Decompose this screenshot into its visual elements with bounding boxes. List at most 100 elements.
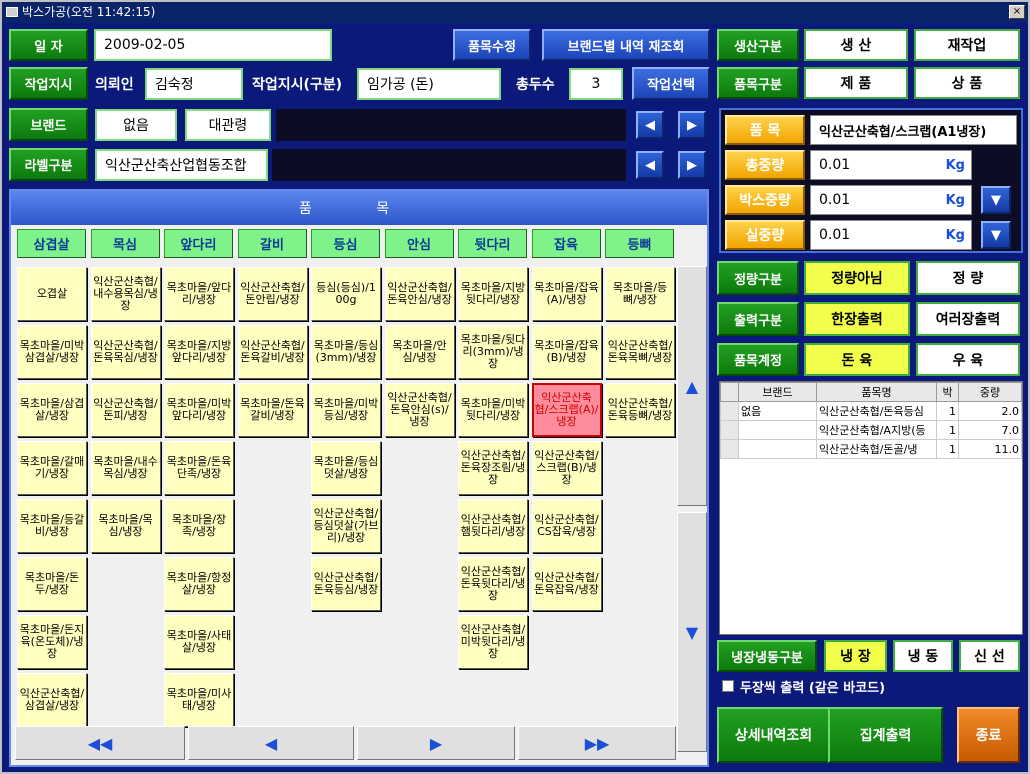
column-header-box[interactable]: 박 (936, 382, 959, 402)
date-field[interactable]: 2009-02-05 (94, 29, 332, 61)
item-cell[interactable]: 목초마을/지방앞다리/냉장 (164, 325, 234, 379)
item-cell[interactable]: 목초마을/삼겹살/냉장 (17, 383, 87, 437)
table-row[interactable]: 없음 익산군산축협/돈육등심 1 2.0 (720, 401, 1022, 421)
label-prev-button[interactable]: ◀ (636, 151, 664, 179)
column-header-item-name[interactable]: 품목명 (816, 382, 937, 402)
brand-prev-button[interactable]: ◀ (636, 111, 664, 139)
item-cell[interactable]: 목초마을/돈두/냉장 (17, 557, 87, 611)
detail-view-button[interactable]: 상세내역조회 (717, 707, 830, 763)
item-field[interactable]: 익산군산축협/스크랩(A1냉장) (810, 115, 1017, 145)
total-weight-field[interactable]: 0.01 Kg (810, 150, 972, 180)
item-cell[interactable]: 익산군산축협/스크랩(B)/냉장 (531, 441, 602, 495)
two-copies-checkbox[interactable] (722, 680, 734, 692)
brand-next-button[interactable]: ▶ (678, 111, 706, 139)
item-cell[interactable]: 익산군산축협/돈육갈비/냉장 (237, 325, 308, 379)
item-cell[interactable]: 목초마을/안심/냉장 (384, 325, 455, 379)
production-option-rework[interactable]: 재작업 (914, 29, 1020, 61)
item-cell[interactable]: 목초마을/미박앞다리/냉장 (164, 383, 234, 437)
item-cell[interactable]: 오겹살 (17, 267, 87, 321)
item-cell[interactable]: 익산군산축협/돈육안심/냉장 (384, 267, 455, 321)
table-row[interactable]: 익산군산축협/돈골/냉 1 11.0 (720, 439, 1022, 459)
item-cell[interactable]: 등심(등심)/100g (311, 267, 381, 321)
brand-option-none[interactable]: 없음 (95, 109, 177, 141)
category-tab[interactable]: 안심 (384, 229, 454, 258)
item-cell[interactable]: 익산군산축협/돈육잡육/냉장 (531, 557, 602, 611)
storage-option-frozen[interactable]: 냉 동 (893, 640, 953, 672)
category-tab[interactable]: 갈비 (237, 229, 307, 258)
item-cell[interactable]: 익산군산축협/돈육목심/냉장 (90, 325, 161, 379)
page-first-button[interactable]: ◀◀ (15, 726, 185, 760)
item-cell[interactable]: 목초마을/미박뒷다리/냉장 (458, 383, 528, 437)
page-prev-button[interactable]: ◀ (188, 726, 354, 760)
category-tab[interactable]: 잡육 (531, 229, 601, 258)
exit-button[interactable]: 종료 (957, 707, 1020, 763)
account-option-pork[interactable]: 돈 육 (804, 343, 910, 376)
print-option-single[interactable]: 한장출력 (804, 302, 910, 336)
box-weight-dropdown[interactable]: ▼ (981, 186, 1011, 214)
category-tab[interactable]: 등심 (311, 229, 380, 258)
item-cell[interactable]: 목초마을/등심덧살/냉장 (311, 441, 381, 495)
item-cell[interactable]: 목초마을/등뼈/냉장 (605, 267, 675, 321)
item-cell[interactable]: 목초마을/돈육단족/냉장 (164, 441, 234, 495)
category-tab[interactable]: 삼겹살 (17, 229, 86, 258)
item-cell[interactable]: 익산군산축협/돈육목뼈/냉장 (605, 325, 675, 379)
item-cell[interactable]: 익산군산축협/미박뒷다리/냉장 (458, 615, 528, 669)
item-cell[interactable]: 익산군산축협/돈육등심/냉장 (311, 557, 381, 611)
item-cell[interactable]: 익산군산축협/돈육등뼈/냉장 (605, 383, 675, 437)
item-cell[interactable]: 익산군산축협/삼겹살/냉장 (17, 673, 87, 727)
summary-print-button[interactable]: 집계출력 (828, 707, 943, 763)
item-cell[interactable]: 목초마을/돈지육(온도체)/냉장 (17, 615, 87, 669)
item-cell[interactable]: 목초마을/내수목심/냉장 (90, 441, 161, 495)
net-weight-field[interactable]: 0.01 Kg (810, 220, 972, 250)
item-cell[interactable]: 목초마을/미박삼겹살/냉장 (17, 325, 87, 379)
item-cell[interactable]: 목초마을/목심/냉장 (90, 499, 161, 553)
category-tab[interactable]: 목심 (90, 229, 160, 258)
work-list-table[interactable]: 브랜드 품목명 박 중량 없음 익산군산축협/돈육등심 1 2.0 익산군산축협… (719, 381, 1023, 635)
column-header-brand[interactable]: 브랜드 (738, 382, 817, 402)
box-weight-field[interactable]: 0.01 Kg (810, 185, 972, 215)
item-cell[interactable]: 목초마을/장족/냉장 (164, 499, 234, 553)
page-next-button[interactable]: ▶ (357, 726, 515, 760)
item-cell[interactable]: 목초마을/사태살/냉장 (164, 615, 234, 669)
item-cell[interactable]: 목초마을/갈매기/냉장 (17, 441, 87, 495)
fixed-option-not-fixed[interactable]: 정량아님 (804, 261, 910, 295)
item-cell[interactable]: 목초마을/미사태/냉장 (164, 673, 234, 727)
table-row[interactable]: 익산군산축협/A지방(등 1 7.0 (720, 420, 1022, 440)
scroll-down-button[interactable]: ▼ (677, 512, 707, 752)
item-cell[interactable]: 익산군산축협/돈육장조림/냉장 (458, 441, 528, 495)
item-cell[interactable]: 목초마을/등갈비/냉장 (17, 499, 87, 553)
item-cell[interactable]: 익산군산축협/돈육안심(s)/냉장 (384, 383, 455, 437)
item-cell[interactable]: 익산군산축협/CS잡육/냉장 (531, 499, 602, 553)
item-cell[interactable]: 목초마을/뒷다리(3mm)/냉장 (458, 325, 528, 379)
account-option-beef[interactable]: 우 육 (916, 343, 1020, 376)
grid-vertical-scroll[interactable]: ▲ ▼ (677, 266, 707, 752)
print-option-multiple[interactable]: 여러장출력 (916, 302, 1020, 336)
item-cell[interactable]: 목초마을/앞다리/냉장 (164, 267, 234, 321)
item-cell[interactable]: 익산군산축협/돈육뒷다리/냉장 (458, 557, 528, 611)
item-cell[interactable]: 익산군산축협/내수용목심/냉장 (90, 267, 161, 321)
brand-requery-button[interactable]: 브랜드별 내역 재조회 (542, 29, 710, 61)
item-cell[interactable]: 목초마을/등심(3mm)/냉장 (311, 325, 381, 379)
item-type-option-product[interactable]: 제 품 (804, 67, 908, 99)
item-cell[interactable]: 익산군산축협/스크랩(A)/냉장 (531, 383, 602, 437)
item-cell[interactable]: 익산군산축협/햄뒷다리/냉장 (458, 499, 528, 553)
item-cell[interactable]: 목초마을/돈육갈비/냉장 (237, 383, 308, 437)
item-cell[interactable]: 목초마을/잡육(A)/냉장 (531, 267, 602, 321)
scroll-up-button[interactable]: ▲ (677, 266, 707, 506)
work-order-type-field[interactable]: 임가공 (돈) (357, 68, 501, 100)
work-select-button[interactable]: 작업선택 (632, 67, 710, 100)
fixed-option-fixed[interactable]: 정 량 (916, 261, 1020, 295)
page-last-button[interactable]: ▶▶ (518, 726, 676, 760)
item-cell[interactable]: 목초마을/잡육(B)/냉장 (531, 325, 602, 379)
item-cell[interactable]: 목초마을/미박등심/냉장 (311, 383, 381, 437)
brand-option-daegwallyeong[interactable]: 대관령 (185, 109, 271, 141)
close-button[interactable]: × (1009, 5, 1025, 19)
category-tab[interactable]: 뒷다리 (458, 229, 527, 258)
total-count-field[interactable]: 3 (569, 68, 623, 100)
category-tab[interactable]: 앞다리 (164, 229, 233, 258)
item-cell[interactable]: 목초마을/항정살/냉장 (164, 557, 234, 611)
column-header-weight[interactable]: 중량 (958, 382, 1022, 402)
storage-option-fresh[interactable]: 신 선 (959, 640, 1020, 672)
production-option-produce[interactable]: 생 산 (804, 29, 908, 61)
item-type-option-goods[interactable]: 상 품 (914, 67, 1020, 99)
